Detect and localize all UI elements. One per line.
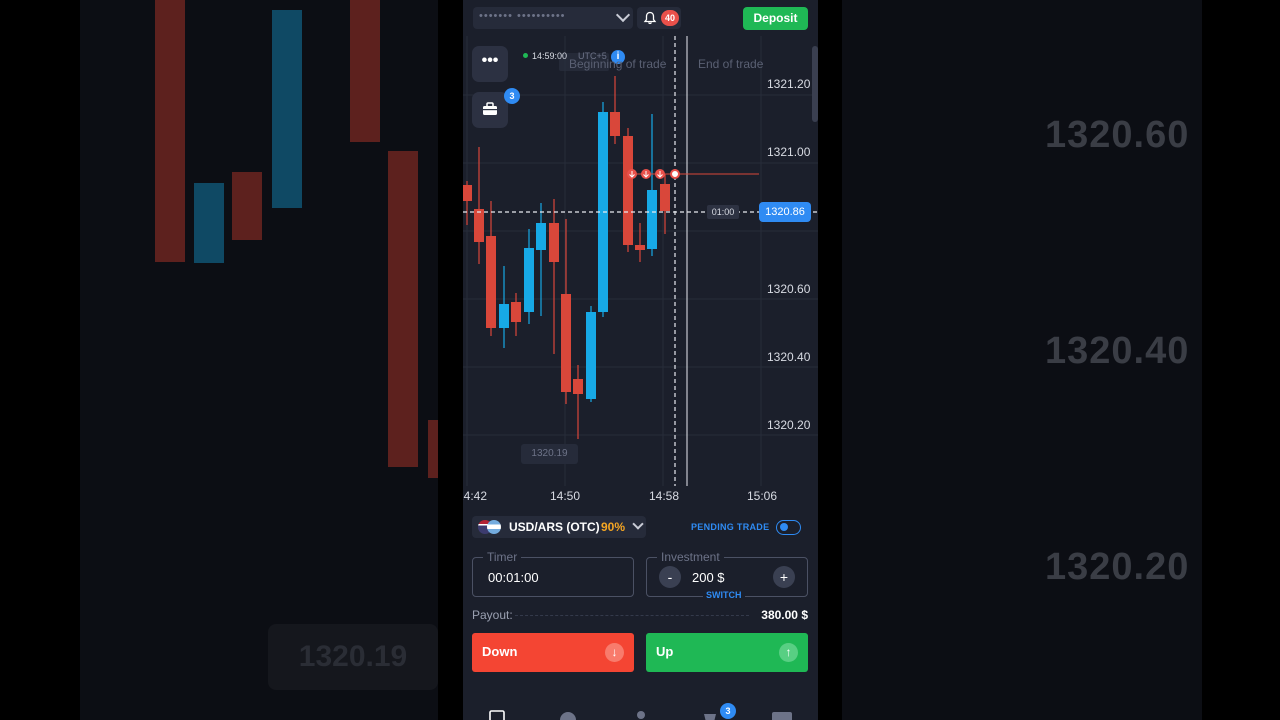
notifications-badge: 40 [661,10,679,26]
asset-name: USD/ARS (OTC) [509,520,600,534]
chart-menu-button[interactable]: ••• [472,46,508,82]
help-nav-icon[interactable] [560,710,576,720]
switch-currency-button[interactable]: SWITCH [703,590,745,600]
payout-label: Payout: [472,608,513,622]
bg-candle [155,0,185,262]
y-tick: 1320.40 [767,350,811,364]
payout-divider [515,615,749,616]
notifications-button[interactable]: 40 [637,7,681,29]
candle-body [635,245,645,250]
argentina-flag-icon [487,520,501,534]
chevron-down-icon [632,518,644,530]
candle-body [536,223,546,250]
expiry-countdown: 01:00 [707,205,739,219]
arrow-down-icon: ↓ [605,643,624,662]
candle-body [586,312,596,399]
online-dot-icon [523,53,528,58]
candle-body [474,209,484,242]
asset-selector[interactable]: USD/ARS (OTC) 90% [472,516,646,538]
candle-body [511,302,521,322]
chart-scrollbar [812,46,818,122]
investment-label: Investment [657,550,724,564]
increase-investment-button[interactable]: + [773,566,795,588]
timer-field[interactable]: Timer 00:01:00 [472,550,634,597]
candle-body [660,184,670,211]
candle-body [561,294,571,392]
timer-label: Timer [483,550,522,564]
candle-body [549,223,559,262]
bg-candle [232,172,262,240]
x-tick: 14:58 [649,489,680,503]
chat-nav-icon[interactable] [772,710,792,720]
bell-icon [643,11,657,25]
timer-value: 00:01:00 [488,570,539,585]
bg-candle [388,151,418,467]
candle-body [573,379,583,394]
account-selector[interactable]: ••••••• •••••••••• [473,7,633,29]
beginning-of-trade-label: Beginning of trade [569,57,667,71]
up-button[interactable]: Up ↑ [646,633,808,672]
toggle-knob [780,523,788,531]
pending-trade-toggle[interactable] [776,520,801,535]
candlestick-chart [463,36,818,486]
more-dots-icon: ••• [481,52,499,69]
chart-nav-icon[interactable] [489,710,505,720]
x-tick: 15:06 [747,489,778,503]
profile-nav-icon[interactable] [633,710,649,720]
bg-low-badge: 1320.19 [268,624,438,690]
investment-value: 200 $ [692,570,725,585]
y-tick: 1321.00 [767,145,811,159]
candle-body [623,136,633,245]
candle-body [647,190,657,249]
top-bar: ••••••• •••••••••• 40 Deposit [463,0,818,36]
bg-candle [350,0,380,142]
y-tick: 1321.20 [767,77,811,91]
account-masked-id: ••••••• •••••••••• [479,10,566,22]
trading-app: ••••••• •••••••••• 40 Deposit ••• 3 14:5… [463,0,818,720]
trophy-nav-icon[interactable] [702,710,718,720]
background-left-panel [80,0,438,720]
y-tick: 1320.60 [767,282,811,296]
bg-candle [194,183,224,263]
portfolio-badge: 3 [504,88,520,104]
up-label: Up [656,644,674,659]
chevron-down-icon [615,7,631,23]
deposit-button[interactable]: Deposit [743,7,808,30]
achievements-badge: 3 [720,703,736,719]
current-price-tag: 1320.86 [759,202,811,222]
candle-body [499,304,509,328]
down-button[interactable]: Down ↓ [472,633,634,672]
bg-candle [428,420,438,478]
low-price-tag: 1320.19 [521,444,578,464]
bg-price-label: 1320.20 [1045,546,1190,588]
arrow-up-icon: ↑ [779,643,798,662]
candle-body [524,248,534,312]
decrease-investment-button[interactable]: - [659,566,681,588]
bg-price-label: 1320.40 [1045,330,1190,372]
payout-value: 380.00 $ [761,608,808,622]
y-tick: 1320.20 [767,418,811,432]
pending-trade-label: PENDING TRADE [691,522,770,532]
x-tick: 14:42 [463,489,488,503]
briefcase-icon [483,102,497,115]
asset-payout-percent: 90% [601,520,626,534]
candle-body [610,112,620,136]
down-label: Down [482,644,518,659]
candle-body [463,185,472,201]
price-chart[interactable] [463,36,818,512]
trade-anchor-dot [670,169,680,179]
end-of-trade-label: End of trade [698,57,764,71]
clock-time: 14:59:00 [532,51,568,61]
portfolio-button[interactable]: 3 [472,88,520,128]
x-tick: 14:50 [550,489,581,503]
bg-price-label: 1320.60 [1045,114,1190,156]
bg-candle [272,10,302,208]
candle-body [486,236,496,328]
server-clock: 14:59:00 [523,51,567,61]
